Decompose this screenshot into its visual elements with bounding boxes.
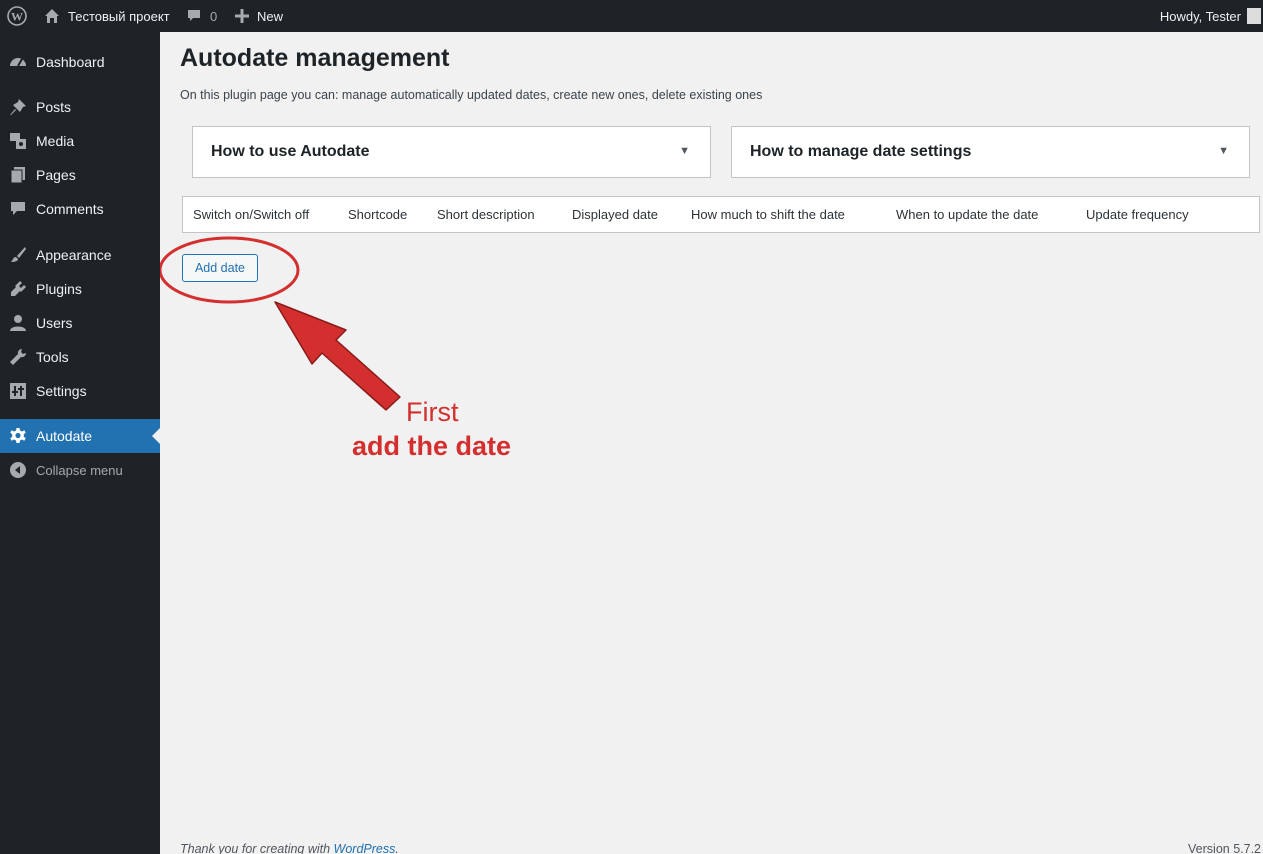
sidebar-item-appearance[interactable]: Appearance bbox=[0, 238, 160, 272]
settings-icon bbox=[0, 382, 36, 400]
sidebar-item-label: Settings bbox=[36, 383, 87, 399]
annotation-overlay bbox=[160, 236, 401, 411]
wordpress-icon: W bbox=[7, 6, 27, 26]
sidebar-item-posts[interactable]: Posts bbox=[0, 90, 160, 124]
footer-thanks-suffix: . bbox=[395, 842, 399, 854]
new-content-link[interactable]: New bbox=[235, 0, 283, 32]
sidebar-item-label: Dashboard bbox=[36, 54, 105, 70]
comments-link[interactable]: 0 bbox=[186, 0, 217, 32]
home-icon bbox=[45, 9, 59, 23]
new-label: New bbox=[257, 8, 284, 24]
comment-icon bbox=[188, 10, 200, 21]
footer-thanks: Thank you for creating with WordPress. bbox=[180, 842, 399, 854]
collapse-icon bbox=[0, 461, 36, 479]
sidebar-item-label: Collapse menu bbox=[36, 462, 123, 478]
media-icon bbox=[0, 132, 36, 150]
pin-icon bbox=[0, 98, 36, 116]
column-header: Displayed date bbox=[572, 207, 658, 222]
sidebar-item-pages[interactable]: Pages bbox=[0, 158, 160, 192]
sidebar-item-label: Posts bbox=[36, 99, 72, 115]
comment-icon bbox=[0, 200, 36, 218]
comments-count: 0 bbox=[210, 8, 218, 24]
footer-thanks-prefix: Thank you for creating with bbox=[180, 842, 334, 854]
sidebar-item-media[interactable]: Media bbox=[0, 124, 160, 158]
admin-bar: W Тестовый проект 0 New Howdy, Tester bbox=[0, 0, 1263, 32]
accordion-title: How to manage date settings bbox=[750, 143, 972, 160]
admin-menu: Dashboard Posts Media Pages Comments App… bbox=[0, 32, 160, 854]
svg-text:W: W bbox=[11, 10, 23, 24]
wrench-icon bbox=[0, 348, 36, 366]
caret-down-icon: ▼ bbox=[1218, 145, 1229, 157]
sidebar-item-autodate[interactable]: Autodate bbox=[0, 419, 160, 453]
highlight-circle bbox=[160, 236, 300, 304]
column-header: When to update the date bbox=[896, 207, 1039, 222]
wordpress-logo-link[interactable]: W bbox=[7, 0, 27, 32]
howdy-text: Howdy, Tester bbox=[1159, 8, 1241, 24]
sidebar-item-settings[interactable]: Settings bbox=[0, 374, 160, 408]
sidebar-item-dashboard[interactable]: Dashboard bbox=[0, 45, 160, 79]
sidebar-item-label: Autodate bbox=[36, 428, 93, 444]
sidebar-item-label: Pages bbox=[36, 167, 76, 183]
sidebar-item-label: Media bbox=[36, 133, 75, 149]
annotation-line1: First bbox=[406, 397, 459, 427]
column-header: How much to shift the date bbox=[691, 207, 845, 222]
footer-version: Version 5.7.2 bbox=[1188, 842, 1261, 854]
column-header: Update frequency bbox=[1086, 207, 1189, 222]
sidebar-item-plugins[interactable]: Plugins bbox=[0, 272, 160, 306]
pages-icon bbox=[0, 166, 36, 184]
sidebar-item-label: Users bbox=[36, 315, 73, 331]
sidebar-item-tools[interactable]: Tools bbox=[0, 340, 160, 374]
sidebar-item-label: Comments bbox=[36, 201, 104, 217]
sidebar-item-label: Plugins bbox=[36, 281, 82, 297]
dashboard-icon bbox=[0, 53, 36, 71]
sidebar-item-users[interactable]: Users bbox=[0, 306, 160, 340]
avatar bbox=[1247, 8, 1261, 24]
accordion-date-settings[interactable]: How to manage date settings ▼ bbox=[731, 126, 1250, 178]
arrow-shape bbox=[274, 301, 401, 411]
gear-icon bbox=[0, 427, 36, 445]
brush-icon bbox=[0, 246, 36, 264]
site-name-link[interactable]: Тестовый проект bbox=[44, 0, 170, 32]
main-content: Autodate management On this plugin page … bbox=[160, 32, 1263, 854]
caret-down-icon: ▼ bbox=[679, 145, 690, 157]
sidebar-item-comments[interactable]: Comments bbox=[0, 192, 160, 226]
sidebar-item-label: Appearance bbox=[36, 247, 112, 263]
my-account-link[interactable]: Howdy, Tester bbox=[1160, 0, 1263, 32]
plus-icon bbox=[235, 9, 249, 23]
wordpress-link[interactable]: WordPress bbox=[334, 842, 396, 854]
sidebar-item-label: Tools bbox=[36, 349, 69, 365]
user-icon bbox=[0, 314, 36, 332]
collapse-menu-button[interactable]: Collapse menu bbox=[0, 453, 160, 487]
plug-icon bbox=[0, 280, 36, 298]
annotation-line2: add the date bbox=[352, 431, 512, 461]
site-name: Тестовый проект bbox=[68, 8, 170, 24]
